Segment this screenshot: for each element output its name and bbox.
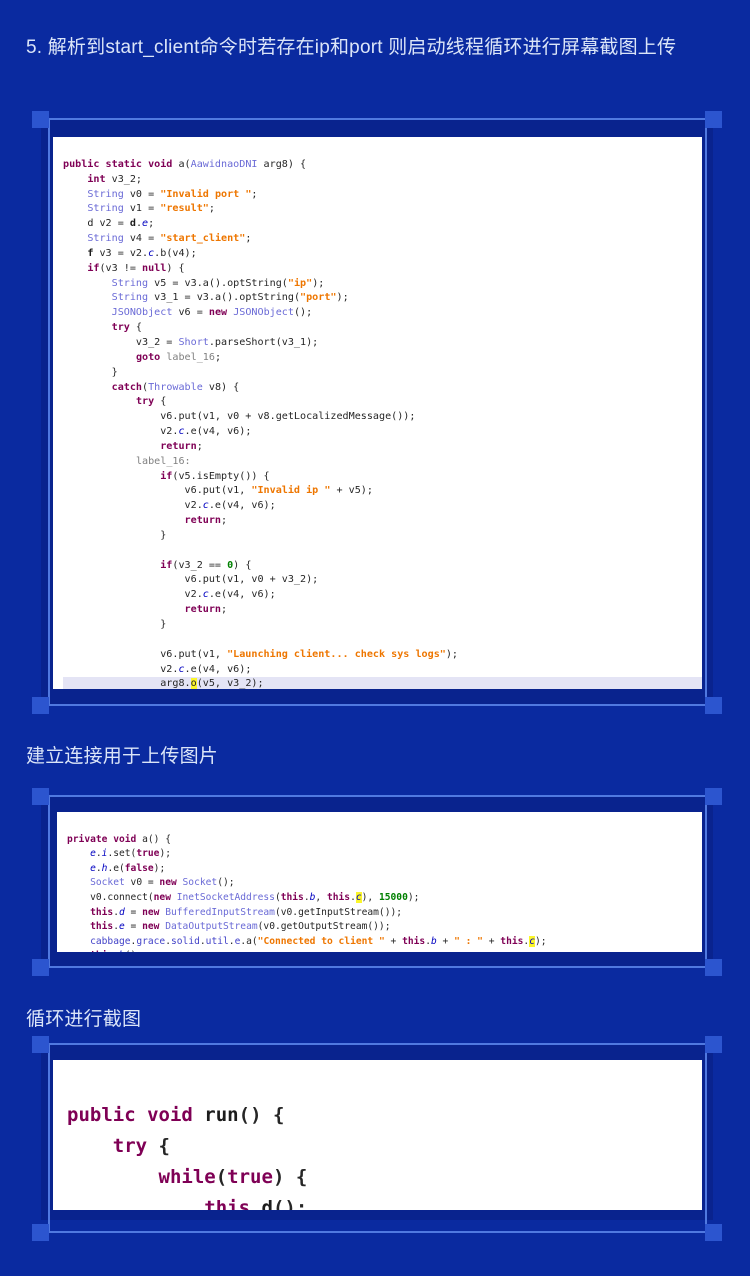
screenshot-page: 5. 解析到start_client命令时若存在ip和port 则启动线程循环进…: [0, 0, 750, 1276]
code-block-3[interactable]: public void run() { try { while(true) { …: [53, 1060, 702, 1210]
selection-handle-top-right-2[interactable]: [705, 788, 722, 805]
selection-handle-bottom-right-2[interactable]: [705, 959, 722, 976]
section-heading-2: 建立连接用于上传图片: [26, 746, 219, 767]
selection-line-left-2: [48, 795, 50, 968]
selection-handle-bottom-left-2[interactable]: [32, 959, 49, 976]
selection-line-bottom-2: [41, 966, 713, 968]
selection-handle-top-left-2[interactable]: [32, 788, 49, 805]
section-heading-3: 循环进行截图: [26, 1009, 142, 1030]
selection-line-bottom-1: [41, 704, 713, 706]
selection-handle-top-right-1[interactable]: [705, 111, 722, 128]
selection-line-right-2: [705, 795, 707, 968]
code-block-1[interactable]: public static void a(AawidnaoDNI arg8) {…: [53, 137, 702, 689]
selection-line-left-3: [48, 1043, 50, 1233]
selection-handle-top-right-3[interactable]: [705, 1036, 722, 1053]
section-heading-1: 5. 解析到start_client命令时若存在ip和port 则启动线程循环进…: [26, 37, 677, 58]
selection-line-bottom-3: [41, 1231, 713, 1233]
selection-line-top-1: [41, 118, 713, 120]
code-block-2[interactable]: private void a() { e.i.set(true); e.h.e(…: [57, 812, 702, 952]
selection-line-top-3: [41, 1043, 713, 1045]
selection-line-right-1: [705, 118, 707, 706]
selection-handle-bottom-right-1[interactable]: [705, 697, 722, 714]
selection-handle-bottom-left-1[interactable]: [32, 697, 49, 714]
selection-line-left-1: [48, 118, 50, 706]
selection-handle-bottom-right-3[interactable]: [705, 1224, 722, 1241]
selection-line-top-2: [41, 795, 713, 797]
selection-handle-bottom-left-3[interactable]: [32, 1224, 49, 1241]
selection-line-right-3: [705, 1043, 707, 1233]
selection-handle-top-left-3[interactable]: [32, 1036, 49, 1053]
selection-handle-top-left-1[interactable]: [32, 111, 49, 128]
